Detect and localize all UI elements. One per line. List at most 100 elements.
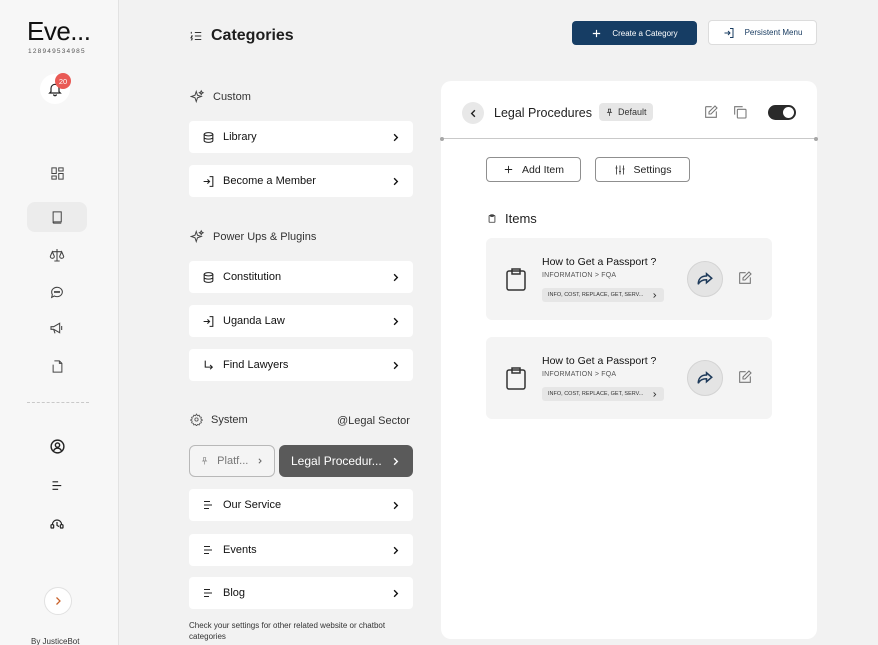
chevron-right-icon bbox=[393, 457, 399, 465]
edit-icon[interactable] bbox=[703, 104, 719, 120]
menu-item-label: Find Lawyers bbox=[223, 359, 289, 371]
active-toggle[interactable] bbox=[768, 105, 796, 120]
chevron-right-icon bbox=[393, 361, 399, 369]
platform-chip-label: Platf... bbox=[217, 455, 249, 467]
default-badge: Default bbox=[599, 103, 653, 121]
menu-item-become-member[interactable]: Become a Member bbox=[189, 165, 413, 197]
share-button[interactable] bbox=[687, 261, 723, 297]
item-path: INFORMATION > FQA bbox=[542, 371, 617, 378]
menu-item-our-service[interactable]: Our Service bbox=[189, 489, 413, 521]
menu-item-label: Events bbox=[223, 544, 257, 556]
item-title: How to Get a Passport ? bbox=[542, 355, 657, 367]
menu-item-label: Constitution bbox=[223, 271, 282, 283]
chevron-right-icon bbox=[393, 273, 399, 281]
share-arrow-icon bbox=[697, 272, 713, 285]
support-icon bbox=[50, 519, 64, 529]
menu-item-constitution[interactable]: Constitution bbox=[189, 261, 413, 293]
default-badge-label: Default bbox=[618, 107, 647, 117]
item-tags[interactable]: INFO, COST, REPLACE, GET, SERV... bbox=[542, 288, 665, 302]
settings-label: Settings bbox=[633, 163, 672, 176]
panel-title: Legal Procedures bbox=[494, 106, 592, 120]
legal-sector-label: @Legal Sector bbox=[337, 415, 410, 427]
back-button[interactable] bbox=[462, 102, 484, 124]
section-custom-label: Custom bbox=[213, 90, 251, 103]
create-category-button[interactable]: Create a Category bbox=[572, 21, 697, 45]
nav-chat[interactable] bbox=[27, 277, 87, 307]
persistent-menu-label: Persistent Menu bbox=[744, 28, 803, 37]
menu-item-label: Library bbox=[223, 131, 257, 143]
chevron-left-icon bbox=[470, 109, 475, 117]
nav-dashboard[interactable] bbox=[27, 158, 87, 188]
nav-list[interactable] bbox=[27, 470, 87, 500]
menu-item-events[interactable]: Events bbox=[189, 534, 413, 566]
sliders-icon bbox=[615, 165, 625, 174]
page-title-text: Categories bbox=[211, 27, 294, 44]
nav-law[interactable] bbox=[27, 240, 87, 270]
item-card[interactable]: How to Get a Passport ? INFORMATION > FQ… bbox=[486, 337, 772, 419]
item-title: How to Get a Passport ? bbox=[542, 256, 657, 268]
nav-announcements[interactable] bbox=[27, 313, 87, 343]
panel-divider bbox=[440, 136, 818, 141]
nav-documents[interactable] bbox=[27, 351, 87, 381]
menu-item-library[interactable]: Library bbox=[189, 121, 413, 153]
items-heading-text: Items bbox=[505, 211, 537, 226]
edit-icon[interactable] bbox=[737, 369, 753, 385]
section-system-label: System bbox=[211, 413, 248, 426]
menu-item-find-lawyers[interactable]: Find Lawyers bbox=[189, 349, 413, 381]
item-tags[interactable]: INFO, COST, REPLACE, GET, SERV... bbox=[542, 387, 665, 401]
menu-lines-icon bbox=[204, 545, 212, 555]
list-icon bbox=[52, 480, 61, 490]
nav-divider bbox=[27, 402, 89, 403]
sparkles-icon bbox=[190, 89, 205, 104]
add-item-button[interactable]: Add Item bbox=[486, 157, 581, 182]
persistent-menu-button[interactable]: Persistent Menu bbox=[708, 20, 817, 45]
legal-procedures-chip[interactable]: Legal Procedur... bbox=[279, 445, 413, 477]
nav-book[interactable] bbox=[27, 202, 87, 232]
copy-icon[interactable] bbox=[732, 104, 748, 120]
section-powerups: Power Ups & Plugins bbox=[190, 229, 316, 244]
expand-sidebar-button[interactable] bbox=[44, 587, 72, 615]
platform-chip[interactable]: Platf... bbox=[189, 445, 275, 477]
nav-profile[interactable] bbox=[27, 431, 87, 461]
chevron-right-icon bbox=[393, 177, 399, 185]
settings-button[interactable]: Settings bbox=[595, 157, 690, 182]
edit-icon[interactable] bbox=[737, 270, 753, 286]
chevron-right-icon bbox=[653, 292, 657, 298]
notification-badge: 20 bbox=[55, 73, 71, 89]
chevron-right-icon bbox=[653, 391, 657, 397]
book-icon bbox=[52, 210, 62, 224]
corner-arrow-icon bbox=[204, 360, 213, 370]
page-title: Categories bbox=[189, 27, 294, 45]
pin-icon bbox=[606, 108, 613, 116]
item-tags-text: INFO, COST, REPLACE, GET, SERV... bbox=[548, 292, 644, 298]
legal-procedures-chip-label: Legal Procedur... bbox=[291, 454, 382, 468]
share-button[interactable] bbox=[687, 360, 723, 396]
section-powerups-label: Power Ups & Plugins bbox=[213, 230, 317, 243]
pin-icon bbox=[201, 457, 208, 465]
menu-lines-icon bbox=[204, 500, 212, 510]
gear-icon bbox=[190, 413, 203, 426]
login-icon bbox=[203, 175, 213, 187]
document-icon bbox=[52, 359, 62, 373]
chevron-right-icon bbox=[393, 501, 399, 509]
clipboard-icon bbox=[506, 367, 526, 390]
chevron-right-icon bbox=[393, 317, 399, 325]
section-custom: Custom bbox=[190, 89, 251, 104]
plus-icon bbox=[504, 165, 513, 174]
footer-credit: By JusticeBot bbox=[31, 637, 80, 645]
items-heading: Items bbox=[487, 211, 537, 226]
menu-item-label: Blog bbox=[223, 587, 246, 599]
share-arrow-icon bbox=[697, 371, 713, 384]
menu-lines-icon bbox=[204, 588, 212, 598]
item-path: INFORMATION > FQA bbox=[542, 272, 617, 279]
nav-support[interactable] bbox=[27, 509, 87, 539]
menu-item-label: Uganda Law bbox=[223, 315, 285, 327]
menu-item-uganda-law[interactable]: Uganda Law bbox=[189, 305, 413, 337]
menu-item-blog[interactable]: Blog bbox=[189, 577, 413, 609]
database-icon bbox=[203, 131, 213, 143]
chevron-right-icon bbox=[393, 546, 399, 554]
brand-name: Eve... bbox=[27, 16, 91, 46]
dashboard-icon bbox=[50, 166, 64, 180]
plus-icon bbox=[593, 29, 601, 37]
item-card[interactable]: How to Get a Passport ? INFORMATION > FQ… bbox=[486, 238, 772, 320]
